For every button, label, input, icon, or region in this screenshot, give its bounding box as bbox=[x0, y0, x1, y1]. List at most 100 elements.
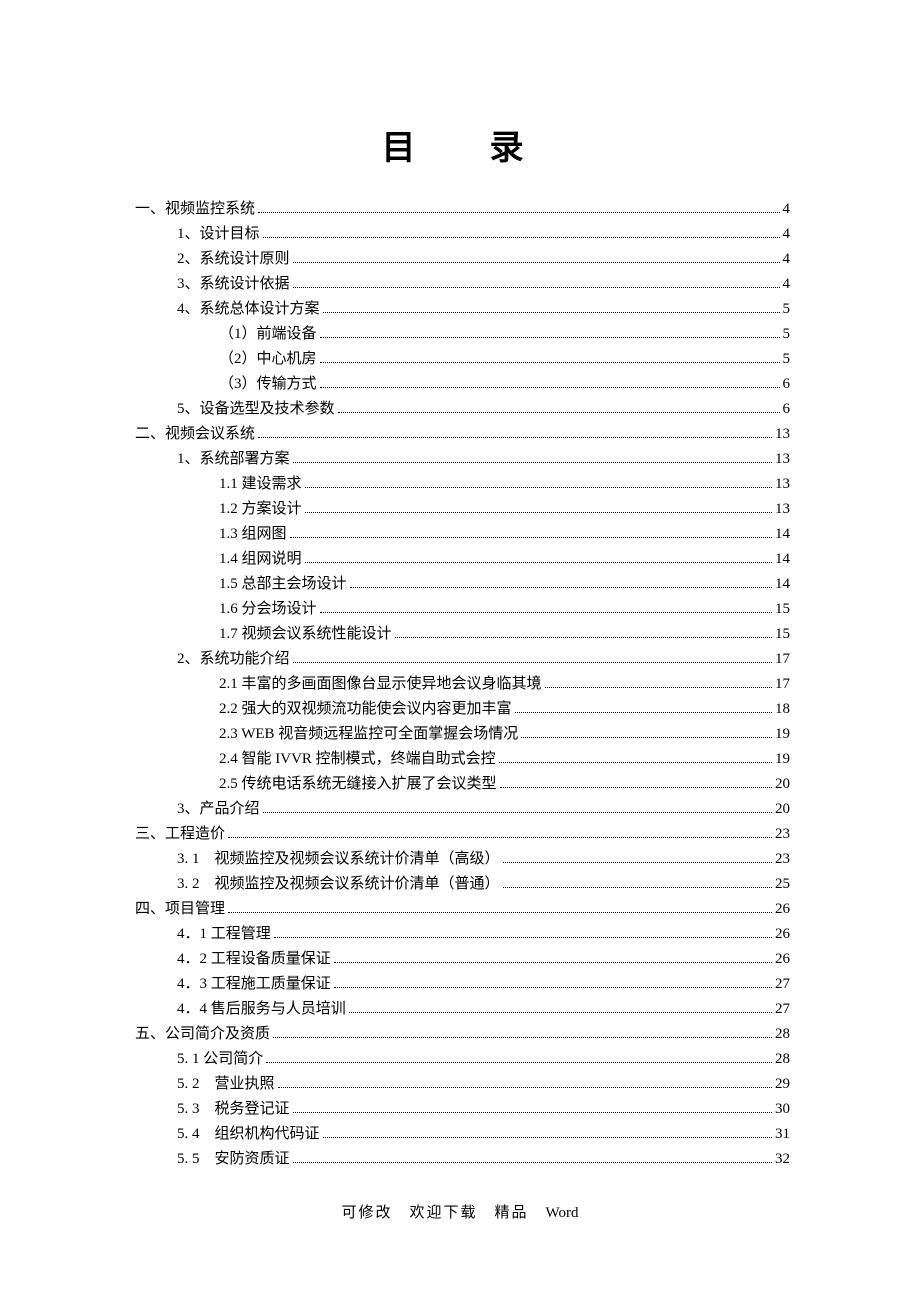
toc-entry: 2.5 传统电话系统无缝接入扩展了会议类型20 bbox=[135, 772, 790, 797]
toc-leader-dots bbox=[278, 1087, 772, 1088]
toc-entry: 三、工程造价23 bbox=[135, 822, 790, 847]
toc-leader-dots bbox=[323, 312, 780, 313]
toc-entry: 2.4 智能 IVVR 控制模式，终端自助式会控 19 bbox=[135, 747, 790, 772]
toc-entry-page: 28 bbox=[775, 1047, 790, 1072]
toc-leader-dots bbox=[293, 662, 772, 663]
toc-leader-dots bbox=[263, 237, 780, 238]
toc-entry-label: 4．3 工程施工质量保证 bbox=[177, 972, 331, 997]
toc-entry-page: 18 bbox=[775, 697, 790, 722]
toc-entry-label: 3、系统设计依据 bbox=[177, 272, 290, 297]
toc-entry: 1.4 组网说明14 bbox=[135, 547, 790, 572]
footer-text-en: Word bbox=[546, 1205, 579, 1221]
toc-entry-label: 1.3 组网图 bbox=[219, 522, 287, 547]
toc-leader-dots bbox=[545, 687, 772, 688]
toc-leader-dots bbox=[334, 962, 772, 963]
toc-leader-dots bbox=[293, 287, 780, 288]
toc-entry: 1、系统部署方案 13 bbox=[135, 447, 790, 472]
toc-entry-label: （3）传输方式 bbox=[219, 372, 317, 397]
toc-leader-dots bbox=[320, 612, 772, 613]
toc-entry: （2）中心机房5 bbox=[135, 347, 790, 372]
toc-entry-page: 19 bbox=[775, 722, 790, 747]
toc-entry: 4．2 工程设备质量保证 26 bbox=[135, 947, 790, 972]
toc-entry: 1.7 视频会议系统性能设计 15 bbox=[135, 622, 790, 647]
toc-entry-label: 1.2 方案设计 bbox=[219, 497, 302, 522]
toc-entry-page: 13 bbox=[775, 447, 790, 472]
toc-leader-dots bbox=[228, 837, 772, 838]
toc-entry: 3、产品介绍 20 bbox=[135, 797, 790, 822]
toc-entry-page: 26 bbox=[775, 947, 790, 972]
toc-entry-page: 23 bbox=[775, 822, 790, 847]
toc-entry: 4．4 售后服务与人员培训27 bbox=[135, 997, 790, 1022]
toc-leader-dots bbox=[350, 587, 772, 588]
toc-entry-label: 5. 5 安防资质证 bbox=[177, 1147, 290, 1172]
toc-entry-page: 4 bbox=[783, 222, 791, 247]
toc-entry: 1.1 建设需求13 bbox=[135, 472, 790, 497]
toc-entry-label: 3、产品介绍 bbox=[177, 797, 260, 822]
toc-entry: 2.2 强大的双视频流功能使会议内容更加丰富18 bbox=[135, 697, 790, 722]
toc-entry-page: 15 bbox=[775, 622, 790, 647]
toc-entry-page: 27 bbox=[775, 972, 790, 997]
toc-entry-page: 5 bbox=[783, 347, 791, 372]
toc-entry-page: 14 bbox=[775, 522, 790, 547]
page-footer: 可修改 欢迎下载 精品 Word bbox=[0, 1201, 920, 1222]
toc-entry-label: 5. 3 税务登记证 bbox=[177, 1097, 290, 1122]
toc-entry: 四、项目管理26 bbox=[135, 897, 790, 922]
toc-entry-label: 四、项目管理 bbox=[135, 897, 225, 922]
toc-leader-dots bbox=[521, 737, 772, 738]
toc-leader-dots bbox=[320, 387, 780, 388]
toc-entry: 二、视频会议系统13 bbox=[135, 422, 790, 447]
toc-leader-dots bbox=[395, 637, 772, 638]
toc-entry-page: 20 bbox=[775, 772, 790, 797]
toc-entry: 一、视频监控系统 4 bbox=[135, 197, 790, 222]
toc-entry-label: 1、系统部署方案 bbox=[177, 447, 290, 472]
toc-entry: 3. 2 视频监控及视频会议系统计价清单（普通）25 bbox=[135, 872, 790, 897]
toc-leader-dots bbox=[499, 762, 772, 763]
toc-leader-dots bbox=[503, 862, 772, 863]
toc-entry-label: 1.7 视频会议系统性能设计 bbox=[219, 622, 392, 647]
toc-entry: 2.1 丰富的多画面图像台显示使异地会议身临其境17 bbox=[135, 672, 790, 697]
toc-entry-label: 4．2 工程设备质量保证 bbox=[177, 947, 331, 972]
toc-leader-dots bbox=[266, 1062, 772, 1063]
toc-entry-page: 19 bbox=[775, 747, 790, 772]
toc-entry: 3、系统设计依据 4 bbox=[135, 272, 790, 297]
toc-entry: 4．1 工程管理 26 bbox=[135, 922, 790, 947]
toc-entry-label: 2.4 智能 IVVR 控制模式，终端自助式会控 bbox=[219, 747, 496, 772]
toc-leader-dots bbox=[500, 787, 772, 788]
toc-entry: 5、设备选型及技术参数6 bbox=[135, 397, 790, 422]
toc-leader-dots bbox=[273, 1037, 772, 1038]
toc-entry-label: 2、系统功能介绍 bbox=[177, 647, 290, 672]
toc-leader-dots bbox=[274, 937, 772, 938]
toc-entry-label: 2.1 丰富的多画面图像台显示使异地会议身临其境 bbox=[219, 672, 542, 697]
toc-entry: 3. 1 视频监控及视频会议系统计价清单（高级）23 bbox=[135, 847, 790, 872]
toc-entry-page: 6 bbox=[783, 372, 791, 397]
toc-entry-page: 4 bbox=[783, 272, 791, 297]
toc-entry-page: 27 bbox=[775, 997, 790, 1022]
toc-entry: （1）前端设备5 bbox=[135, 322, 790, 347]
toc-entry: 1.5 总部主会场设计14 bbox=[135, 572, 790, 597]
toc-leader-dots bbox=[228, 912, 772, 913]
toc-entry-label: 4、系统总体设计方案 bbox=[177, 297, 320, 322]
toc-entry-label: 1、设计目标 bbox=[177, 222, 260, 247]
toc-entry-label: 5. 1 公司简介 bbox=[177, 1047, 263, 1072]
toc-entry-page: 20 bbox=[775, 797, 790, 822]
toc-entry: （3）传输方式 6 bbox=[135, 372, 790, 397]
toc-entry-page: 5 bbox=[783, 297, 791, 322]
toc-leader-dots bbox=[305, 512, 772, 513]
toc-leader-dots bbox=[323, 1137, 772, 1138]
toc-entry-page: 4 bbox=[783, 197, 791, 222]
toc-leader-dots bbox=[515, 712, 772, 713]
toc-list: 一、视频监控系统41、设计目标42、系统设计原则43、系统设计依据44、系统总体… bbox=[135, 197, 790, 1172]
toc-leader-dots bbox=[349, 1012, 772, 1013]
toc-entry-label: 五、公司简介及资质 bbox=[135, 1022, 270, 1047]
toc-leader-dots bbox=[338, 412, 780, 413]
toc-entry-page: 23 bbox=[775, 847, 790, 872]
toc-entry-label: 4．1 工程管理 bbox=[177, 922, 271, 947]
toc-entry-label: 二、视频会议系统 bbox=[135, 422, 255, 447]
toc-entry-page: 26 bbox=[775, 922, 790, 947]
toc-entry: 5. 3 税务登记证30 bbox=[135, 1097, 790, 1122]
toc-entry: 5. 2 营业执照29 bbox=[135, 1072, 790, 1097]
toc-entry: 5. 5 安防资质证32 bbox=[135, 1147, 790, 1172]
toc-leader-dots bbox=[258, 212, 779, 213]
toc-entry-label: 一、视频监控系统 bbox=[135, 197, 255, 222]
toc-entry-label: 5. 4 组织机构代码证 bbox=[177, 1122, 320, 1147]
